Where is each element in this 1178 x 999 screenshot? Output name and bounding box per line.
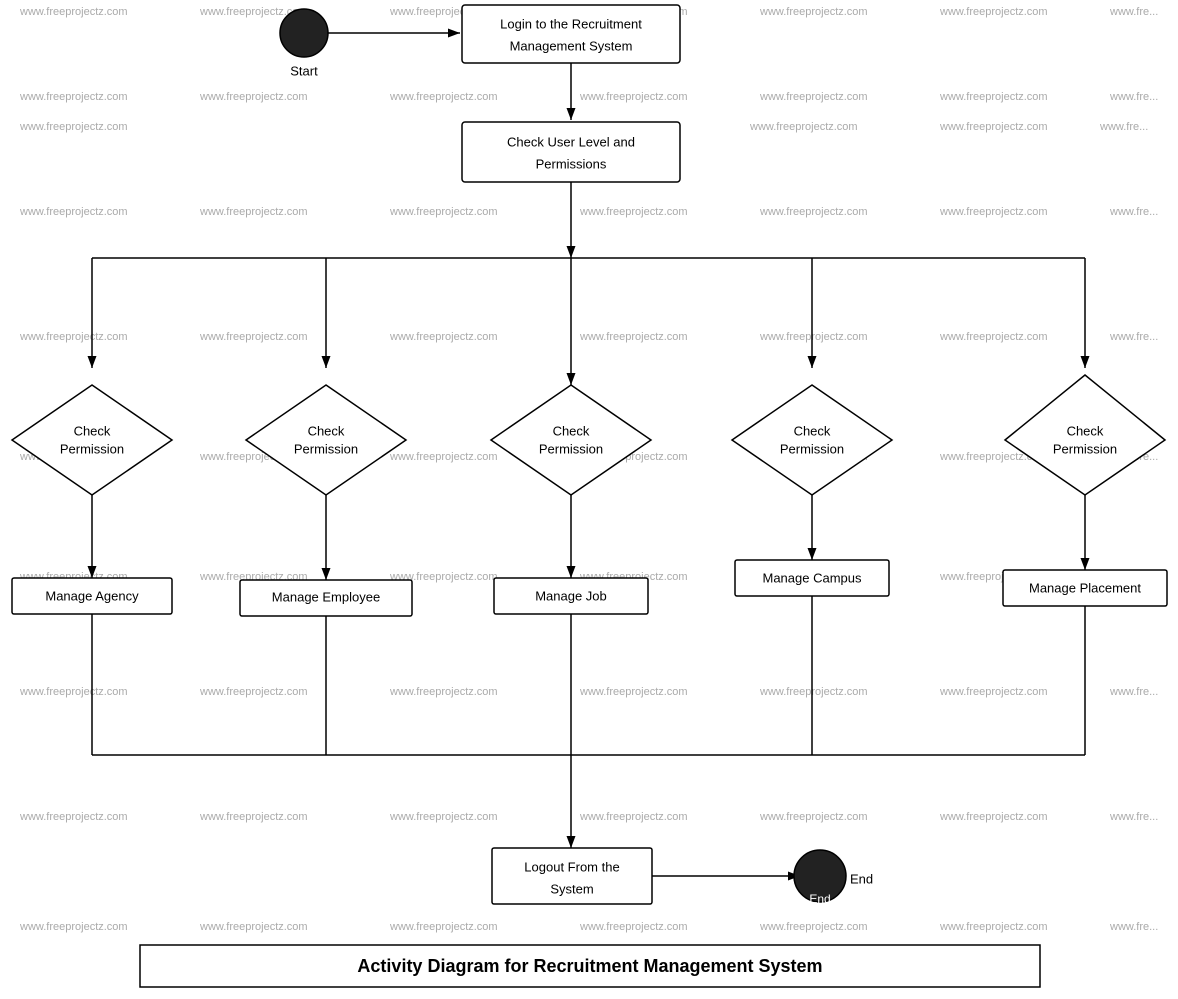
watermark: www.freeprojectz.com — [759, 206, 868, 218]
diamond5-text-line2: Permission — [1053, 441, 1117, 456]
checklevel-text-line2: Permissions — [536, 156, 607, 171]
watermark: www.freeprojectz.com — [389, 331, 498, 343]
watermark: www.freeprojectz.com — [199, 686, 308, 698]
manage-agency-text: Manage Agency — [45, 588, 139, 603]
checklevel-box — [462, 122, 680, 182]
watermark: www.freeprojectz.com — [389, 921, 498, 933]
diamond2-text-line1: Check — [308, 423, 345, 438]
diamond1-text-line1: Check — [74, 423, 111, 438]
checklevel-text-line1: Check User Level and — [507, 134, 635, 149]
diamond5-text-line1: Check — [1067, 423, 1104, 438]
watermark: www.freeprojectz.com — [199, 206, 308, 218]
diamond3-text-line1: Check — [553, 423, 590, 438]
watermark: www.freeprojectz.com — [579, 206, 688, 218]
login-text-line1: Login to the Recruitment — [500, 16, 642, 31]
watermark: www.freeprojectz.com — [759, 91, 868, 103]
watermark: www.freeprojectz.com — [939, 921, 1048, 933]
watermark: www.freeprojectz.com — [389, 451, 498, 463]
watermark: www.freeprojectz.com — [199, 91, 308, 103]
wm-r2d: www.freeprojectz.com — [939, 121, 1048, 133]
start-label: Start — [290, 63, 318, 78]
diamond2-text-line2: Permission — [294, 441, 358, 456]
watermark: www.freeprojectz.com — [939, 206, 1048, 218]
watermark: www.fre... — [1109, 331, 1158, 343]
watermark: www.freeprojectz.com — [199, 331, 308, 343]
diagram-container: www.freeprojectz.com www.freeprojectz.co… — [0, 0, 1178, 994]
wm-r2c: www.freeprojectz.com — [749, 121, 858, 133]
manage-job-text: Manage Job — [535, 588, 607, 603]
manage-campus-text: Manage Campus — [763, 570, 862, 585]
watermark: www.freeprojectz.com — [199, 921, 308, 933]
watermark: www.fre... — [1109, 921, 1158, 933]
watermark: www.freeprojectz.com — [939, 91, 1048, 103]
watermark: www.freeprojectz.com — [19, 811, 128, 823]
watermark: www.freeprojectz.com — [19, 331, 128, 343]
watermark: www.freeprojectz.com — [579, 686, 688, 698]
watermark: www.freeprojectz.com — [389, 91, 498, 103]
diamond4-text-line1: Check — [794, 423, 831, 438]
diamond3-text-line2: Permission — [539, 441, 603, 456]
end-label-text: End — [850, 871, 873, 886]
watermark: www.freeprojectz.com — [939, 6, 1048, 18]
watermark: www.freeprojectz.com — [19, 6, 128, 18]
login-box — [462, 5, 680, 63]
start-circle — [280, 9, 328, 57]
manage-employee-text: Manage Employee — [272, 589, 380, 604]
watermark: www.fre... — [1109, 206, 1158, 218]
watermark: www.freeprojectz.com — [939, 686, 1048, 698]
manage-placement-text: Manage Placement — [1029, 580, 1141, 595]
watermark: www.freeprojectz.com — [19, 686, 128, 698]
wm-r2e: www.fre... — [1099, 121, 1148, 133]
watermark: www.freeprojectz.com — [19, 206, 128, 218]
watermark: www.freeprojectz.com — [939, 331, 1048, 343]
watermark: www.freeprojectz.com — [759, 686, 868, 698]
watermark: www.freeprojectz.com — [389, 686, 498, 698]
login-text-line2: Management System — [510, 38, 633, 53]
watermark: www.freeprojectz.com — [759, 331, 868, 343]
watermark: www.fre... — [1109, 6, 1158, 18]
watermark: www.freeprojectz.com — [579, 811, 688, 823]
diamond1-text-line2: Permission — [60, 441, 124, 456]
watermark: www.fre... — [1109, 686, 1158, 698]
watermark: www.freeprojectz.com — [579, 91, 688, 103]
watermark: www.freeprojectz.com — [759, 921, 868, 933]
caption-text: Activity Diagram for Recruitment Managem… — [357, 956, 822, 976]
watermark: www.freeprojectz.com — [389, 811, 498, 823]
watermark: www.freeprojectz.com — [19, 921, 128, 933]
diamond4-text-line2: Permission — [780, 441, 844, 456]
wm-r2b: www.freeprojectz.com — [19, 121, 128, 133]
watermark: www.freeprojectz.com — [389, 206, 498, 218]
logout-text-line1: Logout From the — [524, 859, 619, 874]
watermark: www.freeprojectz.com — [579, 331, 688, 343]
watermark: www.fre... — [1109, 811, 1158, 823]
end-label-below: End — [809, 892, 830, 906]
logout-text-line2: System — [550, 881, 593, 896]
watermark: www.freeprojectz.com — [939, 811, 1048, 823]
watermark: www.freeprojectz.com — [579, 921, 688, 933]
watermark: www.fre... — [1109, 91, 1158, 103]
watermark: www.freeprojectz.com — [759, 811, 868, 823]
watermark: www.freeprojectz.com — [759, 6, 868, 18]
watermark: www.freeprojectz.com — [19, 91, 128, 103]
watermark: www.freeprojectz.com — [199, 811, 308, 823]
